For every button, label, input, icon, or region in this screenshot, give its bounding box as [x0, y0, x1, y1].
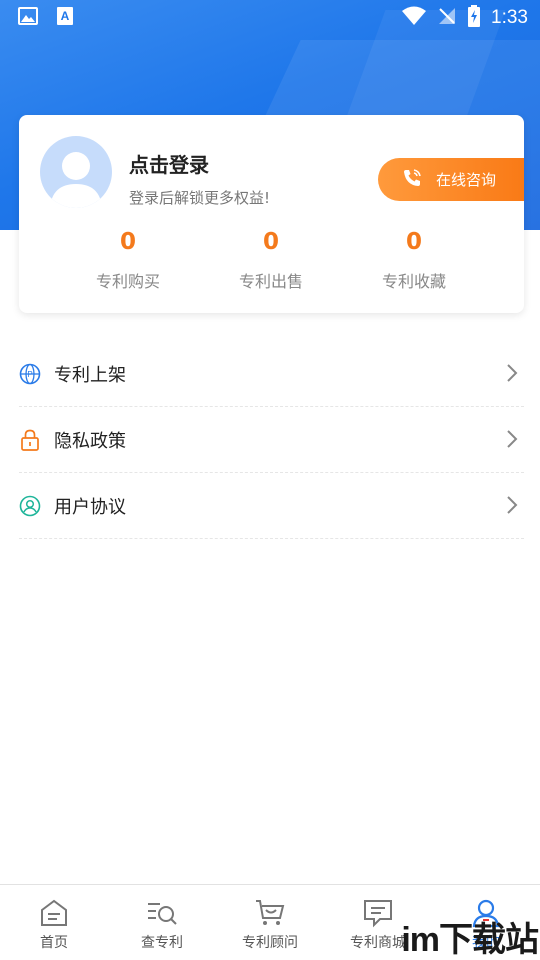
stat-purchase[interactable]: 0 专利购买 [63, 225, 193, 292]
stat-label: 专利出售 [238, 272, 303, 291]
login-title[interactable]: 点击登录 [129, 149, 209, 178]
status-time: 1:33 [491, 7, 528, 28]
cart-icon [254, 897, 286, 929]
menu-label: 用户协议 [54, 496, 126, 518]
stat-label: 专利购买 [95, 272, 160, 291]
stat-label: 专利收藏 [381, 272, 446, 291]
login-subtitle: 登录后解锁更多权益! [129, 189, 271, 207]
chevron-right-icon [506, 495, 518, 519]
menu-item-patent-listing[interactable]: P 专利上架 [19, 341, 524, 407]
online-consult-label: 在线咨询 [436, 171, 497, 189]
tab-home[interactable]: 首页 [0, 885, 108, 960]
chevron-right-icon [506, 429, 518, 453]
tab-search-patent[interactable]: 查专利 [108, 885, 216, 960]
no-signal-icon [437, 6, 457, 30]
chevron-right-icon [506, 363, 518, 387]
menu-label: 专利上架 [54, 364, 126, 386]
stat-sale[interactable]: 0 专利出售 [206, 225, 336, 292]
menu-list: P 专利上架 隐私政策 用户协议 [19, 341, 524, 539]
home-icon [39, 897, 69, 929]
profile-card: 点击登录 登录后解锁更多权益! 在线咨询 0 专利购买 0 专利出售 0 专利收… [19, 115, 524, 313]
stat-favorite[interactable]: 0 专利收藏 [349, 225, 479, 292]
stat-value: 0 [405, 229, 422, 255]
tab-label: 首页 [40, 935, 68, 951]
tab-label: 查专利 [141, 935, 183, 951]
search-list-icon [146, 897, 178, 929]
globe-p-icon: P [19, 363, 41, 385]
battery-charging-icon [467, 5, 481, 31]
wifi-icon [401, 6, 427, 30]
tab-label: 专利商城 [350, 935, 406, 951]
tab-patent-advisor[interactable]: 专利顾问 [216, 885, 324, 960]
lock-icon [19, 429, 41, 451]
stat-value: 0 [262, 229, 279, 255]
stat-value: 0 [119, 229, 136, 255]
message-icon [362, 897, 394, 929]
image-icon [18, 7, 38, 29]
menu-label: 隐私政策 [54, 430, 126, 452]
menu-item-privacy-policy[interactable]: 隐私政策 [19, 407, 524, 473]
svg-text:A: A [61, 9, 70, 23]
watermark-logo: im下载站 [401, 921, 539, 959]
stats-row: 0 专利购买 0 专利出售 0 专利收藏 [19, 225, 524, 305]
svg-text:P: P [27, 370, 32, 379]
menu-item-user-agreement[interactable]: 用户协议 [19, 473, 524, 539]
phone-icon [402, 168, 422, 192]
online-consult-button[interactable]: 在线咨询 [378, 158, 524, 201]
status-bar: A 1:33 [0, 0, 540, 36]
app-a-icon: A [56, 6, 74, 30]
user-circle-icon [19, 495, 41, 517]
avatar[interactable] [40, 136, 112, 208]
tab-label: 专利顾问 [242, 935, 298, 951]
